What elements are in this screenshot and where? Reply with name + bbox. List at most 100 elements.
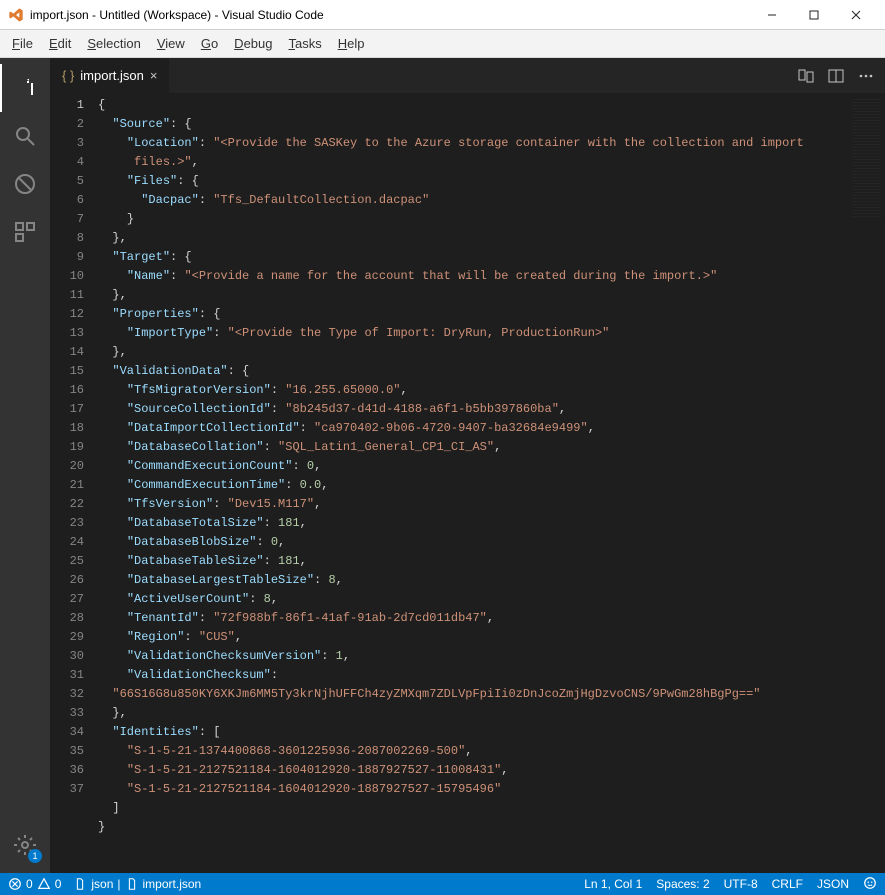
status-lang-left: json xyxy=(91,877,113,891)
status-file-path[interactable]: json | import.json xyxy=(73,877,201,891)
code-line: "Properties": { xyxy=(98,305,847,324)
compare-icon[interactable] xyxy=(795,65,817,87)
line-number: 10 xyxy=(50,267,84,286)
line-number: 23 xyxy=(50,514,84,533)
menu-file[interactable]: File xyxy=(4,33,41,54)
line-number: 21 xyxy=(50,476,84,495)
line-number: 19 xyxy=(50,438,84,457)
line-number: 35 xyxy=(50,742,84,761)
line-number: 16 xyxy=(50,381,84,400)
line-number: 18 xyxy=(50,419,84,438)
error-count: 0 xyxy=(26,877,33,891)
menu-help[interactable]: Help xyxy=(330,33,373,54)
code-line: "DatabaseBlobSize": 0, xyxy=(98,533,847,552)
line-number: 5 xyxy=(50,172,84,191)
line-number: 22 xyxy=(50,495,84,514)
line-number: 31 xyxy=(50,666,84,685)
debug-button[interactable] xyxy=(0,160,50,208)
code-editor[interactable]: 1234567891011121314151617181920212223242… xyxy=(50,93,885,873)
search-button[interactable] xyxy=(0,112,50,160)
code-line: ] xyxy=(98,799,847,818)
code-line: "SourceCollectionId": "8b245d37-d41d-418… xyxy=(98,400,847,419)
vscode-icon xyxy=(8,7,24,23)
line-number xyxy=(50,818,84,837)
code-line: "Dacpac": "Tfs_DefaultCollection.dacpac" xyxy=(98,191,847,210)
indent-indicator[interactable]: Spaces: 2 xyxy=(656,877,709,891)
close-tab-icon[interactable]: × xyxy=(150,68,158,83)
line-number: 1 xyxy=(50,96,84,115)
more-icon[interactable] xyxy=(855,65,877,87)
line-number: 26 xyxy=(50,571,84,590)
code-line: "TfsVersion": "Dev15.M117", xyxy=(98,495,847,514)
line-number: 28 xyxy=(50,609,84,628)
code-line: }, xyxy=(98,343,847,362)
code-line: "ValidationData": { xyxy=(98,362,847,381)
code-line: "Source": { xyxy=(98,115,847,134)
code-line: "TfsMigratorVersion": "16.255.65000.0", xyxy=(98,381,847,400)
code-line: "TenantId": "72f988bf-86f1-41af-91ab-2d7… xyxy=(98,609,847,628)
code-line: "Identities": [ xyxy=(98,723,847,742)
line-number: 34 xyxy=(50,723,84,742)
line-number: 29 xyxy=(50,628,84,647)
eol-indicator[interactable]: CRLF xyxy=(772,877,803,891)
line-number-gutter: 1234567891011121314151617181920212223242… xyxy=(50,93,98,873)
menu-edit[interactable]: Edit xyxy=(41,33,79,54)
code-line: files.>", xyxy=(98,153,847,172)
line-number: 11 xyxy=(50,286,84,305)
settings-button[interactable]: 1 xyxy=(0,821,50,869)
menubar: FileEditSelectionViewGoDebugTasksHelp xyxy=(0,30,885,58)
minimize-button[interactable] xyxy=(751,1,793,29)
cursor-position[interactable]: Ln 1, Col 1 xyxy=(584,877,642,891)
code-line: "Target": { xyxy=(98,248,847,267)
tab-import-json[interactable]: { } import.json × xyxy=(50,58,170,93)
code-line: "CommandExecutionCount": 0, xyxy=(98,457,847,476)
problems-indicator[interactable]: 0 0 xyxy=(8,877,61,891)
code-line: "CommandExecutionTime": 0.0, xyxy=(98,476,847,495)
menu-tasks[interactable]: Tasks xyxy=(280,33,329,54)
code-line: "ActiveUserCount": 8, xyxy=(98,590,847,609)
status-bar: 0 0 json | import.json Ln 1, Col 1 Space… xyxy=(0,873,885,895)
line-number: 3 xyxy=(50,134,84,153)
split-editor-icon[interactable] xyxy=(825,65,847,87)
menu-selection[interactable]: Selection xyxy=(79,33,148,54)
editor-tabs: { } import.json × xyxy=(50,58,885,93)
code-line: } xyxy=(98,818,847,837)
code-line: "S-1-5-21-2127521184-1604012920-18879275… xyxy=(98,761,847,780)
language-indicator[interactable]: JSON xyxy=(817,877,849,891)
settings-badge: 1 xyxy=(28,849,42,863)
code-line: "DatabaseCollation": "SQL_Latin1_General… xyxy=(98,438,847,457)
feedback-icon[interactable] xyxy=(863,876,877,893)
line-number: 20 xyxy=(50,457,84,476)
menu-go[interactable]: Go xyxy=(193,33,226,54)
code-line: } xyxy=(98,210,847,229)
code-line: "Name": "<Provide a name for the account… xyxy=(98,267,847,286)
code-line: { xyxy=(98,96,847,115)
menu-view[interactable]: View xyxy=(149,33,193,54)
code-line: "ValidationChecksum": xyxy=(98,666,847,685)
close-button[interactable] xyxy=(835,1,877,29)
line-number: 32 xyxy=(50,685,84,704)
tab-label: import.json xyxy=(80,68,144,83)
code-line: "Location": "<Provide the SASKey to the … xyxy=(98,134,847,153)
line-number: 4 xyxy=(50,153,84,172)
code-line: }, xyxy=(98,286,847,305)
code-line: "DataImportCollectionId": "ca970402-9b06… xyxy=(98,419,847,438)
code-line: "S-1-5-21-2127521184-1604012920-18879275… xyxy=(98,780,847,799)
explorer-button[interactable] xyxy=(0,64,50,112)
code-line: "S-1-5-21-1374400868-3601225936-20870022… xyxy=(98,742,847,761)
line-number xyxy=(50,799,84,818)
line-number: 17 xyxy=(50,400,84,419)
maximize-button[interactable] xyxy=(793,1,835,29)
code-line: }, xyxy=(98,229,847,248)
code-line: "66S16G8u850KY6XKJm6MM5Ty3krNjhUFFCh4zyZ… xyxy=(98,685,847,704)
code-line: "Files": { xyxy=(98,172,847,191)
line-number: 8 xyxy=(50,229,84,248)
menu-debug[interactable]: Debug xyxy=(226,33,280,54)
encoding-indicator[interactable]: UTF-8 xyxy=(724,877,758,891)
extensions-button[interactable] xyxy=(0,208,50,256)
code-content[interactable]: { "Source": { "Location": "<Provide the … xyxy=(98,93,847,873)
minimap[interactable] xyxy=(847,93,885,873)
line-number: 13 xyxy=(50,324,84,343)
json-file-icon: { } xyxy=(62,68,74,83)
window-title: import.json - Untitled (Workspace) - Vis… xyxy=(30,8,324,22)
